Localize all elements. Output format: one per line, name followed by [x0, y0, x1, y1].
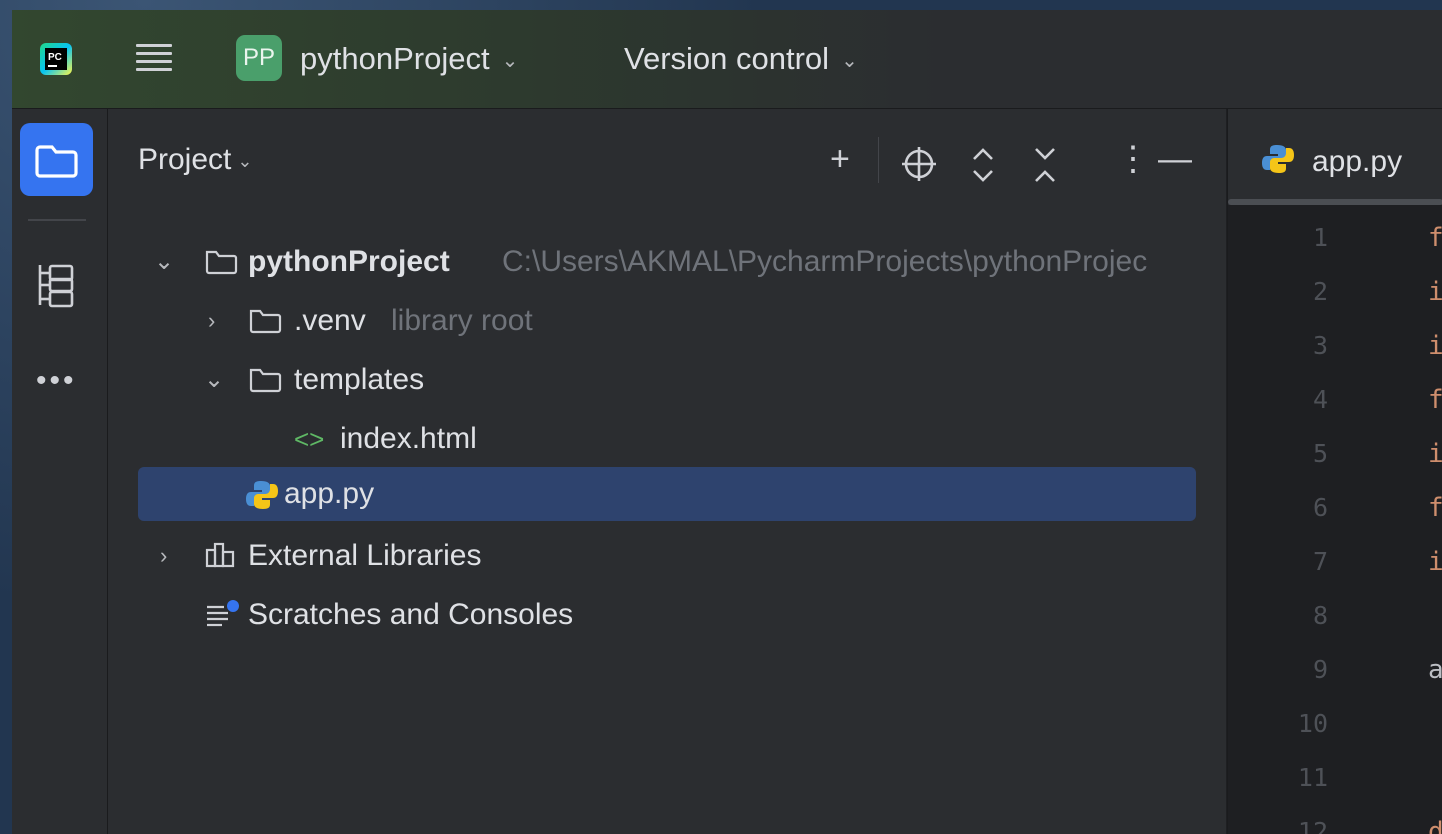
- line-number: 1: [1312, 223, 1328, 252]
- version-control-label: Version control: [624, 41, 830, 76]
- tree-item-label: .venv: [294, 304, 366, 337]
- editor-tab-label: app.py: [1312, 145, 1403, 178]
- tool-separator: [28, 219, 86, 221]
- chevron-down-icon: ⌄: [841, 50, 858, 73]
- code-line: ap: [1428, 655, 1442, 685]
- more-tool-windows-icon[interactable]: •••: [36, 364, 77, 398]
- tree-item-label: index.html: [340, 422, 477, 455]
- folder-icon: [249, 309, 282, 334]
- line-number: 11: [1297, 763, 1328, 792]
- line-number: 2: [1312, 277, 1328, 306]
- line-number: 8: [1312, 601, 1328, 630]
- line-number: 9: [1312, 655, 1328, 684]
- pycharm-logo-icon[interactable]: PC: [40, 43, 72, 75]
- code-line: in: [1428, 547, 1442, 577]
- editor-area: app.py 1 2 3 4 5 6 7 8 9 10 11 12 fr in …: [1227, 109, 1442, 834]
- tree-row-external-libraries[interactable]: › External Libraries: [108, 529, 1226, 583]
- project-panel: Project ⌄ + ⋮ — ⌄ pythonProject C:\Users\…: [108, 109, 1226, 834]
- project-tool-button[interactable]: [20, 123, 93, 196]
- line-number: 3: [1312, 331, 1328, 360]
- library-icon: [205, 542, 235, 568]
- tree-row-pythonproject[interactable]: ⌄ pythonProject C:\Users\AKMAL\PycharmPr…: [108, 235, 1226, 289]
- line-number: 5: [1312, 439, 1328, 468]
- new-file-icon[interactable]: +: [830, 139, 850, 179]
- line-number: 12: [1297, 817, 1328, 834]
- project-selector[interactable]: pythonProject ⌄: [300, 41, 518, 77]
- tree-item-hint: library root: [391, 304, 533, 337]
- locate-file-icon[interactable]: [900, 145, 938, 183]
- tree-item-label: pythonProject: [248, 245, 450, 278]
- chevron-right-icon[interactable]: ›: [160, 529, 167, 583]
- chevron-down-icon[interactable]: ⌄: [204, 353, 224, 407]
- html-file-icon: <>: [294, 424, 325, 454]
- line-number: 6: [1312, 493, 1328, 522]
- structure-icon[interactable]: [36, 261, 76, 309]
- code-line: fr: [1428, 385, 1442, 415]
- code-line: in: [1428, 277, 1442, 307]
- options-menu-icon[interactable]: ⋮: [1116, 139, 1150, 179]
- ide-window: PC PP pythonProject ⌄ Version control ⌄: [12, 10, 1442, 834]
- svg-text:PC: PC: [48, 52, 62, 63]
- python-file-icon: [246, 481, 278, 509]
- tree-item-label: app.py: [284, 477, 375, 510]
- python-file-icon: [1262, 145, 1294, 173]
- code-line: fr: [1428, 223, 1442, 253]
- project-badge[interactable]: PP: [236, 35, 282, 81]
- code-line: de: [1428, 817, 1442, 834]
- scratches-icon: [207, 600, 239, 627]
- folder-icon: [249, 368, 282, 393]
- folder-icon: [35, 145, 78, 178]
- code-line: in: [1428, 331, 1442, 361]
- tree-row-index-html[interactable]: <> index.html: [108, 412, 1226, 466]
- expand-all-icon[interactable]: [970, 145, 996, 185]
- hide-panel-icon[interactable]: —: [1158, 139, 1192, 179]
- chevron-down-icon: ⌄: [501, 50, 519, 73]
- collapse-all-icon[interactable]: [1032, 145, 1058, 185]
- code-line: fr: [1428, 493, 1442, 523]
- toolbar-separator: [878, 137, 879, 183]
- tab-scrollbar[interactable]: [1228, 199, 1442, 205]
- tree-row-templates[interactable]: ⌄ templates: [108, 353, 1226, 407]
- tool-window-strip: •••: [12, 109, 108, 834]
- version-control-menu[interactable]: Version control ⌄: [624, 41, 858, 77]
- editor-tab-bar: app.py: [1228, 109, 1442, 205]
- chevron-down-icon: ⌄: [237, 150, 253, 171]
- tree-item-label: External Libraries: [248, 539, 482, 572]
- tree-item-path: C:\Users\AKMAL\PycharmProjects\pythonPro…: [502, 245, 1148, 278]
- title-bar: PC PP pythonProject ⌄ Version control ⌄: [12, 10, 1442, 109]
- line-number: 10: [1297, 709, 1328, 738]
- project-view-selector[interactable]: Project ⌄: [138, 143, 252, 177]
- chevron-down-icon[interactable]: ⌄: [154, 235, 174, 289]
- folder-icon: [205, 250, 238, 275]
- line-number: 7: [1312, 547, 1328, 576]
- tree-row-app-py[interactable]: app.py: [138, 467, 1196, 521]
- chevron-right-icon[interactable]: ›: [208, 294, 215, 348]
- main-menu-button[interactable]: [136, 44, 172, 76]
- tree-row-venv[interactable]: › .venv library root: [108, 294, 1226, 348]
- line-number: 4: [1312, 385, 1328, 414]
- code-line: in: [1428, 439, 1442, 469]
- panel-title: Project: [138, 143, 232, 176]
- tree-item-label: templates: [294, 363, 425, 396]
- tree-item-label: Scratches and Consoles: [248, 598, 574, 631]
- tree-row-scratches[interactable]: Scratches and Consoles: [108, 588, 1226, 642]
- project-name: pythonProject: [300, 41, 490, 76]
